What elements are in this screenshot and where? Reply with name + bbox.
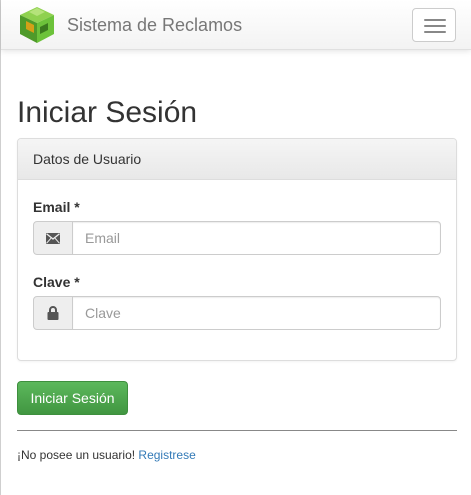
brand-title[interactable]: Sistema de Reclamos	[67, 15, 242, 36]
green-cube-logo-icon[interactable]	[17, 5, 57, 45]
divider	[17, 430, 457, 431]
register-question: ¡No posee un usuario!	[17, 448, 136, 462]
register-link[interactable]: Registrese	[138, 448, 195, 462]
page-title: Iniciar Sesión	[17, 96, 198, 129]
user-data-panel: Datos de Usuario Email * Clave *	[17, 138, 457, 361]
email-field[interactable]	[72, 221, 441, 255]
panel-heading: Datos de Usuario	[18, 139, 456, 180]
password-input-group	[33, 296, 441, 330]
menu-toggle-button[interactable]	[412, 8, 456, 42]
login-button[interactable]: Iniciar Sesión	[17, 381, 128, 415]
register-prompt: ¡No posee un usuario! Registrese	[17, 448, 196, 462]
envelope-icon	[33, 221, 73, 255]
email-label: Email *	[33, 199, 80, 215]
password-field[interactable]	[72, 296, 441, 330]
lock-icon	[33, 296, 73, 330]
navbar: Sistema de Reclamos	[1, 0, 471, 50]
password-label: Clave *	[33, 274, 80, 290]
email-input-group	[33, 221, 441, 255]
